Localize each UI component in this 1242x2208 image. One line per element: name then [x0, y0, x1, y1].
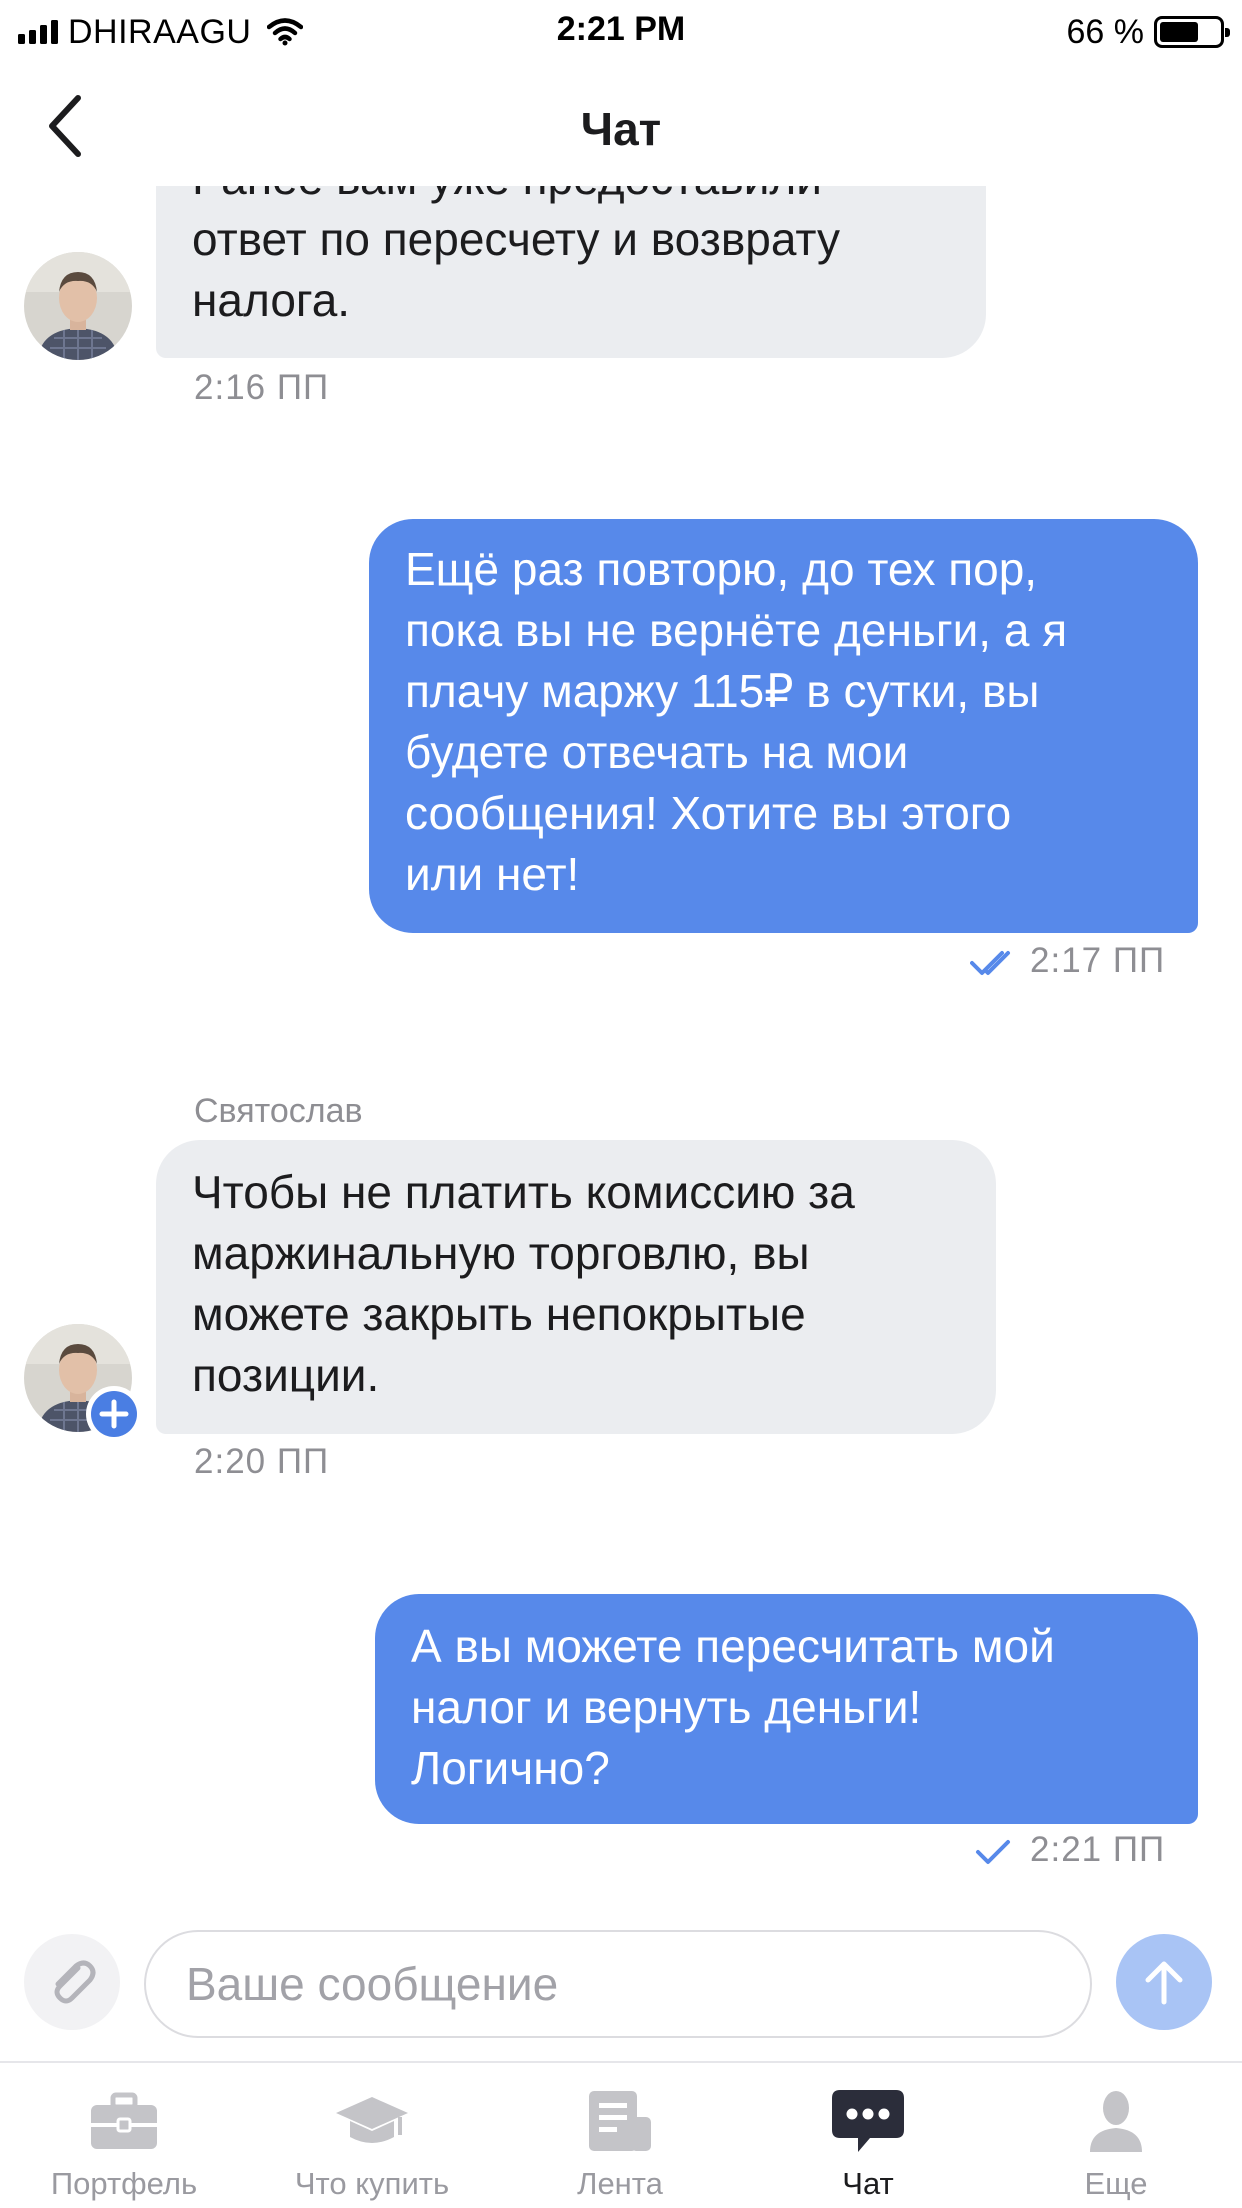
- add-contact-badge[interactable]: [86, 1386, 142, 1442]
- tab-label: Чат: [842, 2166, 894, 2201]
- message-line: Чтобы не платить комиссию за: [192, 1166, 855, 1218]
- tab-label: Что купить: [294, 2166, 450, 2201]
- arrow-up-icon: [1145, 1961, 1183, 2005]
- tab-label: Еще: [1084, 2166, 1148, 2201]
- tab-what-to-buy[interactable]: Что купить: [248, 2063, 496, 2208]
- send-button[interactable]: [1116, 1934, 1212, 2030]
- briefcase-icon: [91, 2092, 157, 2149]
- message-list[interactable]: Ранее вам уже предоставили ответ по пере…: [0, 186, 1242, 1906]
- nav-bar: Чат: [0, 64, 1242, 186]
- outgoing-message-bubble[interactable]: А вы можете пересчитать мой налог и верн…: [375, 1594, 1198, 1824]
- message-line: плачу маржу 115₽ в сутки, вы: [405, 665, 1040, 717]
- message-timestamp: 2:16 ПП: [194, 368, 330, 407]
- tab-feed[interactable]: Лента: [496, 2063, 744, 2208]
- message-line: сообщения! Хотите вы этого: [405, 787, 1012, 839]
- incoming-message-bubble[interactable]: Ранее вам уже предоставили ответ по пере…: [156, 186, 986, 358]
- double-check-icon: [970, 950, 1010, 975]
- message-line: позиции.: [192, 1349, 380, 1401]
- message-timestamp: 2:21 ПП: [1030, 1830, 1166, 1869]
- page-title: Чат: [580, 103, 662, 155]
- sender-name: Святослав: [194, 1092, 363, 1130]
- message-line: ответ по пересчету и возврату: [192, 213, 840, 265]
- news-feed-icon: [589, 2091, 651, 2151]
- message-line: Ещё раз повторю, до тех пор,: [405, 543, 1038, 595]
- message-timestamp: 2:20 ПП: [194, 1442, 330, 1481]
- plus-icon: [91, 1391, 137, 1437]
- battery-icon: [1154, 16, 1230, 48]
- composer: [0, 1906, 1242, 2056]
- tab-label: Портфель: [50, 2166, 198, 2201]
- message-meta: 2:21 ПП: [970, 1830, 1165, 1870]
- message-line: можете закрыть непокрытые: [192, 1288, 806, 1340]
- battery-level: [1160, 22, 1198, 42]
- avatar-photo: [24, 252, 132, 360]
- message-line: А вы можете пересчитать мой: [411, 1620, 1055, 1672]
- message-input[interactable]: [144, 1930, 1092, 2038]
- message-line: будете отвечать на мои: [405, 726, 909, 778]
- tab-chat[interactable]: Чат: [744, 2063, 992, 2208]
- status-right: 66 %: [1066, 12, 1230, 52]
- message-meta: 2:17 ПП: [970, 941, 1165, 981]
- message-line: налога.: [192, 274, 351, 326]
- tab-more[interactable]: Еще: [992, 2063, 1240, 2208]
- status-time: 2:21 PM: [556, 10, 686, 48]
- message-line: налог и вернуть деньги!: [411, 1681, 922, 1733]
- message-line: или нет!: [405, 848, 580, 900]
- chat-bubble-icon: [832, 2090, 904, 2152]
- tab-portfolio[interactable]: Портфель: [0, 2063, 248, 2208]
- avatar[interactable]: [24, 252, 132, 360]
- paperclip-icon: [54, 1960, 96, 2004]
- tab-bar: Портфель Что купить Лента Чат Еще: [0, 2061, 1242, 2208]
- incoming-message-bubble[interactable]: Чтобы не платить комиссию за маржинальну…: [156, 1140, 996, 1434]
- tab-label: Лента: [577, 2166, 663, 2201]
- single-check-icon: [976, 1839, 1010, 1864]
- message-line: маржинальную торговлю, вы: [192, 1227, 810, 1279]
- message-line: пока вы не вернёте деньги, а я: [405, 604, 1068, 656]
- attach-button[interactable]: [24, 1934, 120, 2030]
- status-bar: DHIRAAGU 2:21 PM 66 %: [0, 0, 1242, 64]
- message-timestamp: 2:17 ПП: [1030, 941, 1166, 980]
- message-line: Ранее вам уже предоставили: [192, 186, 950, 209]
- graduation-cap-icon: [336, 2097, 408, 2143]
- person-icon: [1090, 2091, 1142, 2152]
- outgoing-message-bubble[interactable]: Ещё раз повторю, до тех пор, пока вы не …: [369, 519, 1198, 933]
- battery-percent: 66 %: [1066, 12, 1145, 51]
- message-line: Логично?: [411, 1742, 610, 1794]
